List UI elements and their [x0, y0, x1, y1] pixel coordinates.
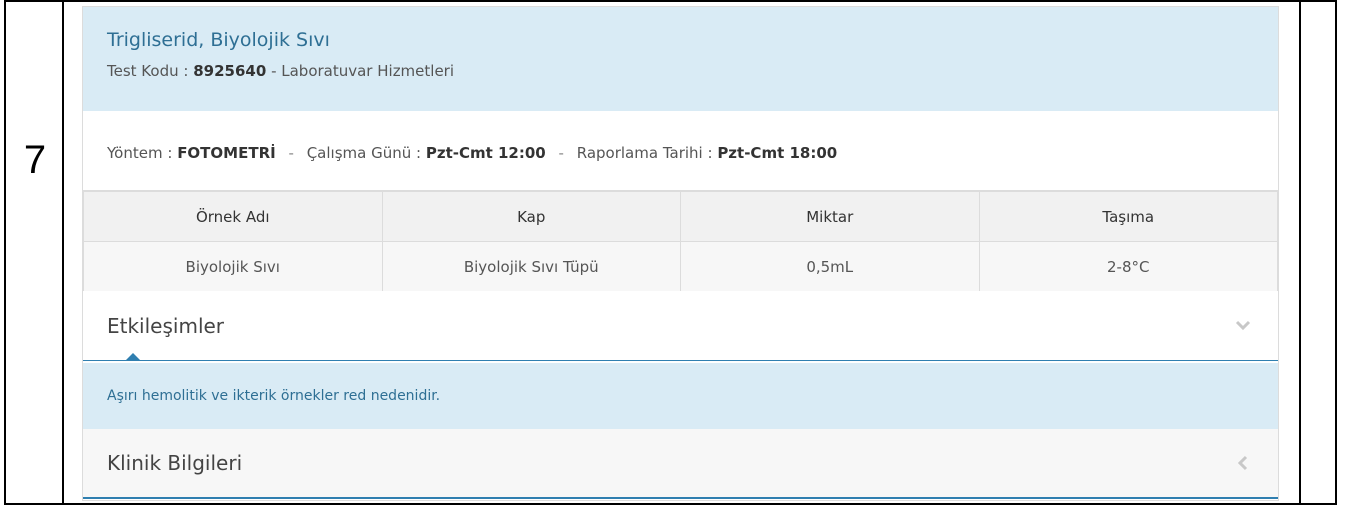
- cell-amount: 0,5mL: [680, 241, 980, 292]
- test-department: - Laboratuvar Hizmetleri: [271, 62, 455, 80]
- method-value: FOTOMETRİ: [177, 144, 276, 162]
- clinical-title: Klinik Bilgileri: [107, 451, 243, 475]
- column-header-sample: Örnek Adı: [83, 191, 383, 242]
- cell-transport: 2-8°C: [978, 241, 1278, 292]
- cell-sample: Biyolojik Sıvı: [83, 241, 383, 292]
- test-code-label: Test Kodu :: [107, 62, 189, 80]
- column-header-amount: Miktar: [680, 191, 980, 242]
- test-code: 8925640: [193, 62, 267, 80]
- right-column-rule: [1299, 2, 1301, 503]
- specimen-table: Örnek Adı Kap Miktar Taşıma Biyolojik Sı…: [83, 191, 1278, 292]
- table-row: Biyolojik Sıvı Biyolojik Sıvı Tüpü 0,5mL…: [83, 241, 1278, 292]
- test-header: Trigliserid, Biyolojik Sıvı Test Kodu : …: [83, 7, 1278, 111]
- column-header-container: Kap: [381, 191, 681, 242]
- cell-container: Biyolojik Sıvı Tüpü: [381, 241, 681, 292]
- interactions-body: Aşırı hemolitik ve ikterik örnekler red …: [83, 363, 1278, 429]
- row-number: 7: [23, 138, 47, 182]
- table-header-row: Örnek Adı Kap Miktar Taşıma: [83, 191, 1278, 242]
- workday-label: Çalışma Günü :: [306, 144, 422, 162]
- test-card: Trigliserid, Biyolojik Sıvı Test Kodu : …: [82, 6, 1279, 501]
- clinical-accordion-header[interactable]: Klinik Bilgileri: [83, 429, 1278, 499]
- row-number-column: 7: [6, 2, 64, 503]
- report-label: Raporlama Tarihi :: [576, 144, 713, 162]
- separator: -: [288, 144, 294, 162]
- chevron-down-icon[interactable]: [1232, 315, 1254, 337]
- workday-value: Pzt-Cmt 12:00: [425, 144, 546, 162]
- column-header-transport: Taşıma: [978, 191, 1278, 242]
- chevron-left-icon[interactable]: [1232, 452, 1254, 474]
- separator: -: [558, 144, 564, 162]
- method-label: Yöntem :: [107, 144, 173, 162]
- test-title[interactable]: Trigliserid, Biyolojik Sıvı: [107, 27, 1278, 53]
- interactions-accordion-header[interactable]: Etkileşimler: [83, 291, 1278, 361]
- active-pointer: [125, 353, 141, 361]
- test-subtitle: Test Kodu : 8925640 - Laboratuvar Hizmet…: [107, 61, 1278, 81]
- report-value: Pzt-Cmt 18:00: [717, 144, 838, 162]
- interactions-title: Etkileşimler: [107, 313, 225, 338]
- method-row: Yöntem : FOTOMETRİ - Çalışma Günü : Pzt-…: [83, 111, 1278, 191]
